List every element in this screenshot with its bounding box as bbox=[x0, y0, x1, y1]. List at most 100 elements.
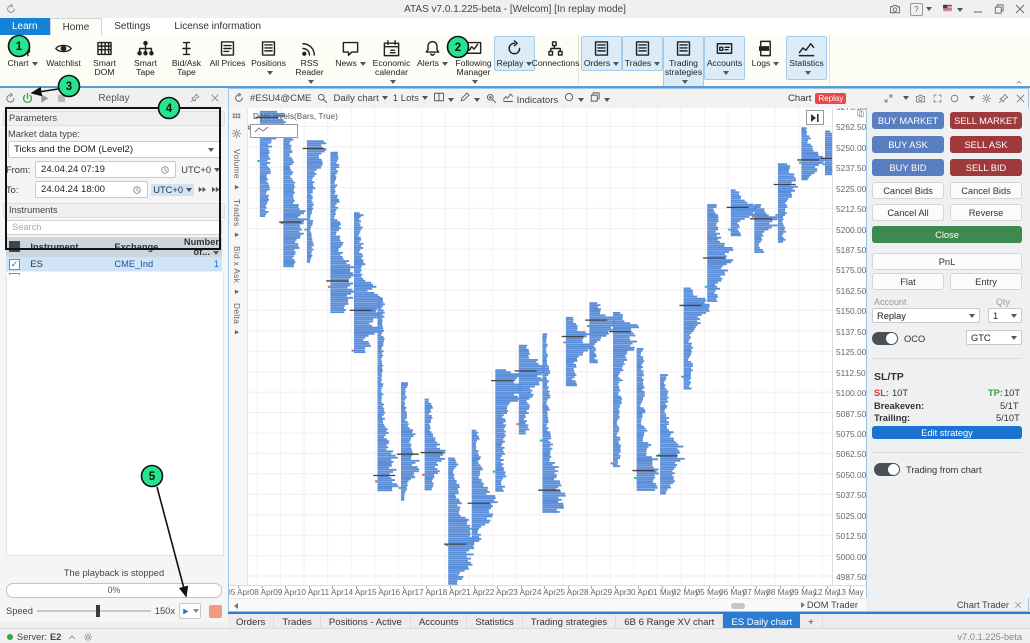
fast-forward-icon[interactable] bbox=[197, 184, 208, 195]
ribbon-tab-license-information[interactable]: License information bbox=[162, 18, 273, 35]
ribbon-button-economic-calendar[interactable]: Economic calendar bbox=[371, 36, 412, 89]
close-position-button[interactable]: Close bbox=[872, 226, 1022, 243]
ribbon-button-alerts[interactable]: Alerts bbox=[412, 36, 453, 71]
buy-bid-button[interactable]: BUY BID bbox=[872, 159, 944, 176]
to-utc-select[interactable]: UTC+0 bbox=[151, 184, 194, 196]
chart-plot[interactable] bbox=[248, 108, 832, 585]
edit-strategy-button[interactable]: Edit strategy bbox=[872, 426, 1022, 439]
ribbon-button-replay[interactable]: Replay bbox=[494, 36, 535, 71]
from-input[interactable]: 24.04.24 07:19 bbox=[35, 161, 176, 178]
price-axis[interactable]: 5275.005262.505250.005237.505225.005212.… bbox=[832, 108, 867, 585]
playback-play-button[interactable] bbox=[179, 603, 201, 619]
language-button[interactable] bbox=[941, 3, 963, 16]
ribbon-button-statistics[interactable]: Statistics bbox=[786, 36, 827, 80]
ribbon-button-news[interactable]: News bbox=[330, 36, 371, 71]
sell-market-button[interactable]: SELL MARKET bbox=[950, 112, 1022, 129]
scroll-left-icon[interactable] bbox=[234, 603, 238, 609]
power-button[interactable] bbox=[21, 92, 34, 105]
scrollbar-thumb[interactable] bbox=[731, 603, 745, 609]
chart-scrollbar[interactable]: DOM Trader bbox=[228, 598, 866, 613]
sell-ask-button[interactable]: SELL ASK bbox=[950, 136, 1022, 153]
symbol-label[interactable]: #ESU4@CME bbox=[250, 93, 311, 104]
to-input[interactable]: 24.04.24 18:00 bbox=[35, 181, 148, 198]
buy-ask-button[interactable]: BUY ASK bbox=[872, 136, 944, 153]
lots-select[interactable]: 1 Lots bbox=[393, 93, 428, 104]
collapse-ribbon-button[interactable] bbox=[1014, 78, 1024, 86]
account-select[interactable]: Replay bbox=[872, 308, 980, 323]
panel-close-icon[interactable] bbox=[210, 93, 220, 103]
close-button[interactable] bbox=[1014, 3, 1026, 15]
calendar-icon[interactable] bbox=[132, 185, 142, 195]
speed-slider[interactable] bbox=[37, 610, 151, 612]
side-tab-delta[interactable]: Delta ▸ bbox=[232, 303, 242, 337]
column-header-instrument[interactable]: Instrument bbox=[27, 237, 111, 257]
instrument-search-input[interactable]: Search bbox=[6, 220, 222, 235]
side-tab-volume[interactable]: Volume ▸ bbox=[232, 149, 242, 192]
skip-to-end-icon[interactable] bbox=[211, 184, 222, 195]
style-circle-icon[interactable] bbox=[949, 93, 960, 104]
fullscreen-icon[interactable] bbox=[932, 93, 943, 104]
ribbon-button-smart-dom[interactable]: Smart DOM bbox=[84, 36, 125, 80]
chart-trader-close-icon[interactable] bbox=[1014, 601, 1022, 609]
tif-select[interactable]: GTC bbox=[966, 330, 1022, 345]
ribbon-button-connections[interactable]: Connections bbox=[535, 36, 576, 71]
speed-slider-handle[interactable] bbox=[96, 605, 100, 617]
indicator-legend-box[interactable] bbox=[250, 124, 298, 138]
ribbon-tab-settings[interactable]: Settings bbox=[102, 18, 162, 35]
zoom-in-icon[interactable] bbox=[485, 92, 497, 104]
theme-select[interactable] bbox=[563, 91, 584, 106]
ribbon-button-bid-ask-tape[interactable]: Bid/Ask Tape bbox=[166, 36, 207, 80]
cancel-all-button[interactable]: Cancel All bbox=[872, 204, 944, 221]
ribbon-button-following-manager[interactable]: Following Manager bbox=[453, 36, 494, 89]
ribbon-button-smart-tape[interactable]: Smart Tape bbox=[125, 36, 166, 80]
ribbon-button-rss-reader[interactable]: RSS Reader bbox=[289, 36, 330, 89]
ribbon-tab-learn[interactable]: Learn bbox=[0, 18, 50, 35]
column-header-number-of-[interactable]: Number of... bbox=[181, 237, 222, 257]
from-utc-select[interactable]: UTC+0 bbox=[179, 164, 222, 176]
side-tab-trades[interactable]: Trades ▸ bbox=[232, 199, 242, 239]
chart-screenshot-icon[interactable] bbox=[915, 93, 926, 104]
dom-trader-collapsed-tab[interactable]: DOM Trader bbox=[799, 600, 858, 610]
play-button-top[interactable] bbox=[38, 92, 51, 105]
status-gear-icon[interactable] bbox=[83, 632, 93, 642]
ribbon-button-logs[interactable]: Logs bbox=[745, 36, 786, 71]
calendar-icon[interactable] bbox=[160, 165, 170, 175]
ribbon-button-positions[interactable]: Positions bbox=[248, 36, 289, 80]
screenshot-icon[interactable] bbox=[889, 3, 901, 15]
ribbon-tab-home[interactable]: Home bbox=[50, 18, 103, 35]
restore-button[interactable] bbox=[993, 3, 1005, 15]
chart-close-icon[interactable] bbox=[1015, 93, 1026, 104]
trading-from-chart-toggle[interactable] bbox=[874, 463, 900, 476]
date-axis[interactable]: 05 Apr08 Apr09 Apr10 Apr11 Apr14 Apr15 A… bbox=[228, 585, 866, 599]
chart-pin-icon[interactable] bbox=[998, 93, 1009, 104]
go-to-latest-button[interactable] bbox=[806, 110, 824, 125]
minimize-button[interactable] bbox=[972, 3, 984, 15]
draw-select[interactable] bbox=[459, 91, 480, 106]
row-checkbox[interactable]: ✓ bbox=[6, 257, 27, 272]
buy-market-button[interactable]: BUY MARKET bbox=[872, 112, 944, 129]
ribbon-button-chart[interactable]: Chart bbox=[2, 36, 43, 71]
playback-progress[interactable]: 0% bbox=[6, 583, 222, 598]
period-select[interactable]: Daily chart bbox=[333, 93, 387, 104]
stop-button-top[interactable] bbox=[55, 92, 68, 105]
ribbon-button-orders[interactable]: Orders bbox=[581, 36, 622, 71]
drag-grip-icon[interactable] bbox=[231, 111, 242, 122]
entry-button[interactable]: Entry bbox=[950, 273, 1022, 290]
layout-select[interactable] bbox=[433, 91, 454, 106]
select-all-header[interactable] bbox=[6, 237, 27, 257]
cancel-bids-button-left[interactable]: Cancel Bids bbox=[872, 182, 944, 199]
reverse-button[interactable]: Reverse bbox=[950, 204, 1022, 221]
parameters-section-header[interactable]: Parameters bbox=[3, 111, 225, 126]
ribbon-button-trades[interactable]: Trades bbox=[622, 36, 663, 71]
search-icon[interactable] bbox=[316, 92, 328, 104]
flat-button[interactable]: Flat bbox=[872, 273, 944, 290]
chart-tab[interactable]: Chart Replay bbox=[788, 93, 846, 104]
table-row-es[interactable]: ✓ESCME_Ind1 bbox=[6, 257, 222, 272]
help-button[interactable]: ? bbox=[910, 3, 932, 16]
settings-gear-icon[interactable] bbox=[981, 93, 992, 104]
column-header-exchange[interactable]: Exchange bbox=[111, 237, 180, 257]
cancel-bids-button-right[interactable]: Cancel Bids bbox=[950, 182, 1022, 199]
pin-icon[interactable] bbox=[190, 93, 200, 103]
ribbon-button-accounts[interactable]: Accounts bbox=[704, 36, 745, 80]
indicator-overlay-label[interactable]: Dom levels(Bars, True) bbox=[253, 111, 338, 121]
